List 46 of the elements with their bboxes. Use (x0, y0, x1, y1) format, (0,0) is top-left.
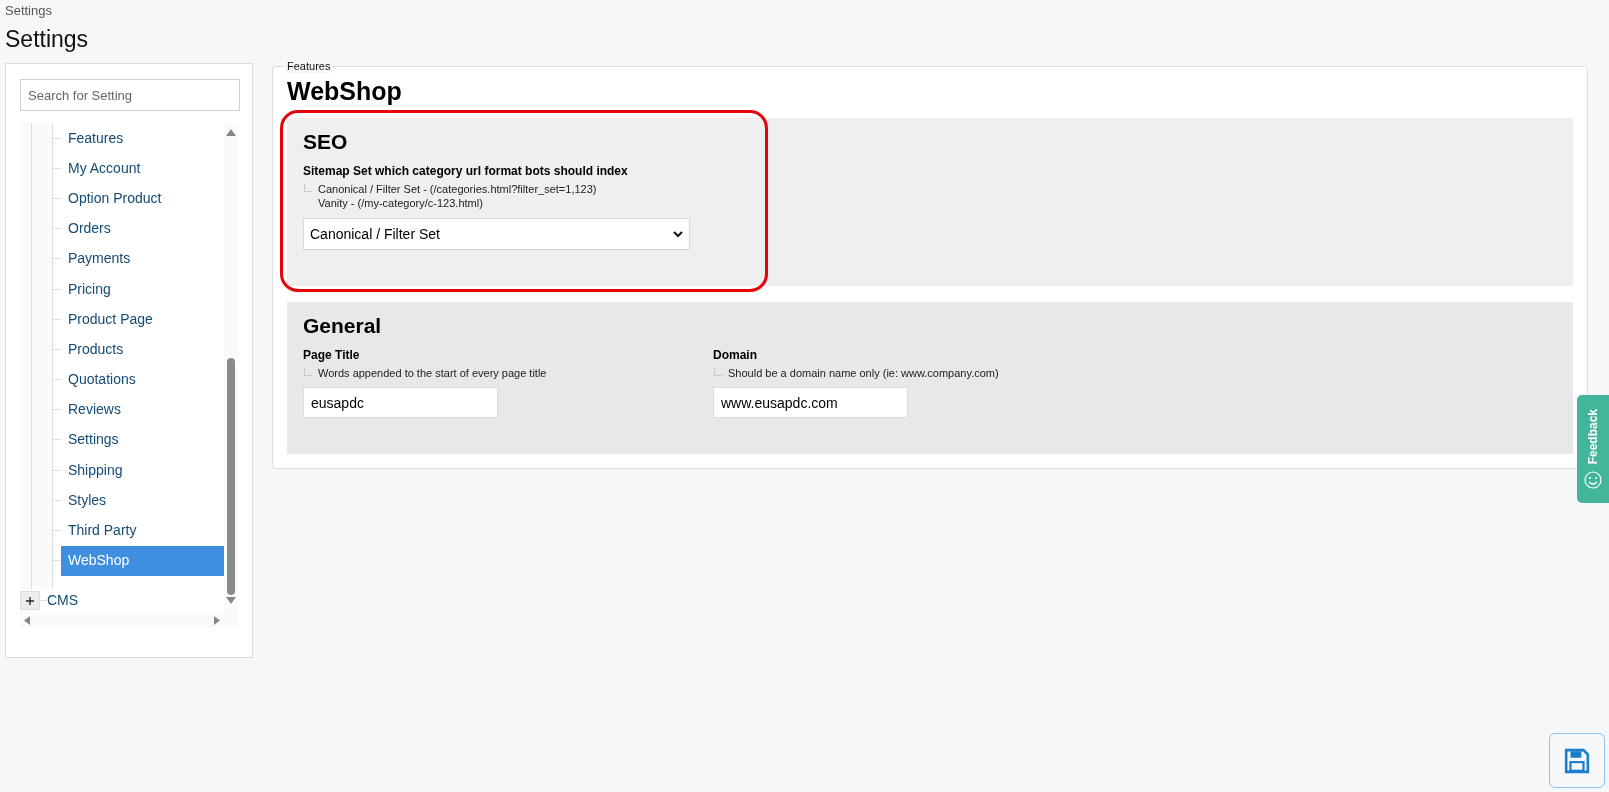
scroll-right-icon[interactable] (214, 615, 220, 625)
plus-icon (26, 596, 34, 605)
smiley-icon (1584, 470, 1602, 489)
scrollbar-thumb[interactable] (227, 358, 235, 595)
tree-item[interactable]: Features (61, 123, 224, 154)
text-field[interactable]: eusapdc (303, 387, 498, 418)
save-button[interactable] (1549, 733, 1605, 788)
dropdown[interactable]: Canonical / Filter Set (303, 218, 690, 250)
help-text: Words appended to the start of every page title (318, 366, 547, 380)
tree-item[interactable]: Payments (61, 243, 224, 274)
panel-legend: Features (285, 59, 333, 73)
expand-toggle[interactable] (20, 591, 40, 610)
tree-item[interactable]: Products (61, 334, 224, 365)
tree-item[interactable]: Reviews (61, 394, 224, 425)
corner-mark-icon (304, 184, 312, 192)
scroll-up-icon[interactable] (226, 129, 236, 136)
tree-item[interactable]: Pricing (61, 274, 224, 305)
tree-item[interactable]: Option Product (61, 183, 224, 214)
field-label: Page Title (303, 347, 361, 363)
scroll-left-icon[interactable] (24, 615, 30, 625)
scroll-down-icon[interactable] (226, 597, 236, 604)
help-text: Canonical / Filter Set - (/categories.html?filter_set=1,123) (318, 182, 597, 196)
help-text: Should be a domain name only (ie: www.company.com) (728, 366, 999, 380)
tree-item[interactable]: Third Party (61, 515, 224, 546)
corner-mark-icon (714, 368, 722, 376)
section-title: SEO (303, 130, 349, 154)
tree-item[interactable]: Settings (61, 424, 224, 455)
help-text: Vanity - (/my-category/c-123.html) (318, 196, 484, 210)
tree-item[interactable]: Styles (61, 485, 224, 516)
tree-item[interactable]: My Account (61, 153, 224, 184)
page-title: Settings (5, 25, 90, 53)
panel-heading: WebShop (287, 77, 403, 105)
breadcrumb: Settings (5, 3, 53, 19)
text-field[interactable]: www.eusapdc.com (713, 387, 908, 418)
tree-item[interactable]: Shipping (61, 455, 224, 486)
save-icon (1564, 747, 1590, 774)
field-label: Sitemap Set which category url format bots should index (303, 163, 629, 179)
search-field[interactable]: Search for Setting (20, 79, 240, 111)
corner-mark-icon (304, 368, 312, 376)
field-label: Domain (713, 347, 758, 363)
chevron-down-icon (673, 230, 683, 238)
tree-item[interactable]: Product Page (61, 304, 224, 335)
tree-item[interactable]: CMS (47, 590, 79, 611)
section-title: General (303, 314, 383, 338)
tree-item[interactable]: Quotations (61, 364, 224, 395)
tree-item[interactable]: Orders (61, 213, 224, 244)
